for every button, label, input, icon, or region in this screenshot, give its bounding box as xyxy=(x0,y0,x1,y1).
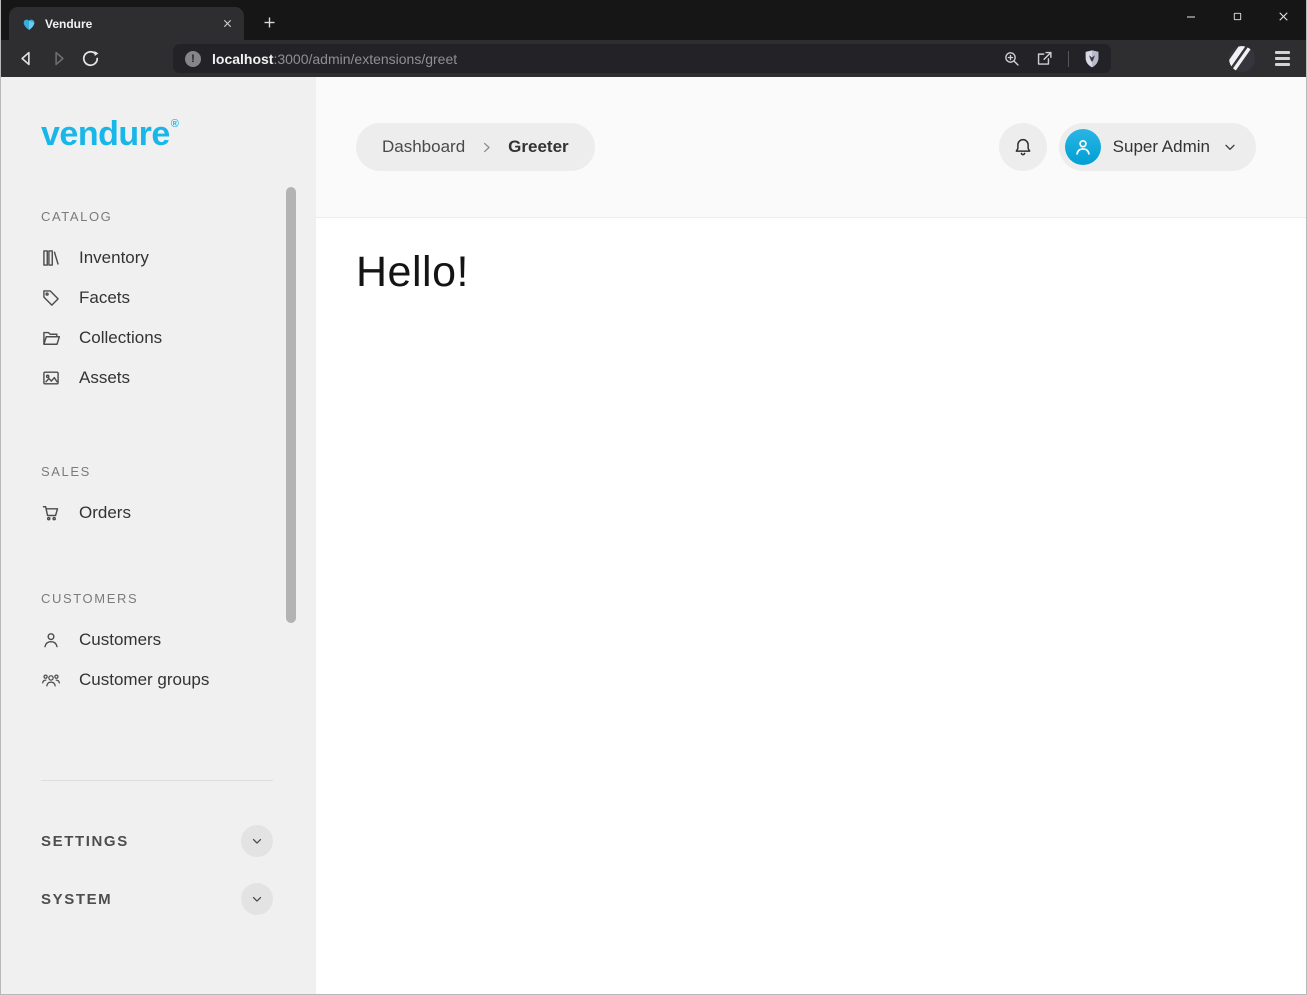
tab-title: Vendure xyxy=(45,17,218,31)
notifications-button[interactable] xyxy=(999,123,1047,171)
image-icon xyxy=(41,368,61,388)
sidebar-item-label: Orders xyxy=(79,503,131,523)
brave-shield-icon[interactable] xyxy=(1083,49,1101,69)
tab-close-icon[interactable] xyxy=(218,15,236,33)
address-bar[interactable]: ! localhost:3000/admin/extensions/greet xyxy=(173,44,1111,73)
reload-button[interactable] xyxy=(75,45,105,73)
vendure-logo[interactable]: vendure® xyxy=(41,117,316,151)
maximize-button[interactable] xyxy=(1214,0,1260,33)
addressbar-divider xyxy=(1068,51,1069,67)
sidebar: vendure® CATALOG Inventory Fa xyxy=(1,77,316,994)
back-button[interactable] xyxy=(11,45,41,73)
header-actions: Super Admin xyxy=(999,123,1256,171)
profile-avatar[interactable] xyxy=(1229,46,1255,72)
breadcrumb: Dashboard Greeter xyxy=(356,123,595,171)
sidebar-section-customers: CUSTOMERS Customers Customer groups xyxy=(41,591,316,700)
main-area: Dashboard Greeter xyxy=(316,77,1306,994)
user-name: Super Admin xyxy=(1113,137,1210,157)
tag-icon xyxy=(41,288,61,308)
breadcrumb-greeter: Greeter xyxy=(508,137,568,157)
vendure-logo-text: vendure xyxy=(41,117,170,151)
sidebar-item-customer-groups[interactable]: Customer groups xyxy=(41,660,316,700)
chevron-down-icon xyxy=(1222,139,1238,155)
sidebar-divider xyxy=(41,780,273,781)
close-window-button[interactable] xyxy=(1260,0,1306,33)
browser-window: Vendure xyxy=(0,0,1307,995)
sidebar-item-collections[interactable]: Collections xyxy=(41,318,316,358)
user-menu[interactable]: Super Admin xyxy=(1059,123,1256,171)
sidebar-item-assets[interactable]: Assets xyxy=(41,358,316,398)
settings-expand-button[interactable] xyxy=(241,825,273,857)
zoom-icon[interactable] xyxy=(1003,50,1021,68)
page-header: Dashboard Greeter xyxy=(316,77,1306,218)
user-avatar-icon xyxy=(1065,129,1101,165)
breadcrumb-dashboard[interactable]: Dashboard xyxy=(382,137,465,157)
bell-icon xyxy=(1012,136,1034,158)
addressbar-icons xyxy=(1003,49,1101,69)
chevron-right-icon xyxy=(479,140,494,155)
vendure-admin-app: vendure® CATALOG Inventory Fa xyxy=(1,77,1306,994)
forward-button[interactable] xyxy=(43,45,73,73)
sidebar-item-facets[interactable]: Facets xyxy=(41,278,316,318)
section-label-sales: SALES xyxy=(41,464,316,479)
section-label-customers: CUSTOMERS xyxy=(41,591,316,606)
greeting-heading: Hello! xyxy=(356,248,1266,297)
vendure-favicon-icon xyxy=(21,16,37,32)
sidebar-item-inventory[interactable]: Inventory xyxy=(41,238,316,278)
window-controls xyxy=(1168,0,1306,33)
sidebar-item-label: Customer groups xyxy=(79,670,209,690)
browser-tab-vendure[interactable]: Vendure xyxy=(9,7,244,40)
toolbar-right xyxy=(1229,46,1294,72)
cart-icon xyxy=(41,503,61,523)
library-icon xyxy=(41,248,61,268)
section-label-system: SYSTEM xyxy=(41,891,112,908)
site-info-icon[interactable]: ! xyxy=(185,51,201,67)
sidebar-section-sales: SALES Orders xyxy=(41,464,316,533)
url-host: localhost xyxy=(212,51,273,67)
sidebar-item-label: Assets xyxy=(79,368,130,388)
sidebar-item-label: Facets xyxy=(79,288,130,308)
sidebar-section-catalog: CATALOG Inventory Facets xyxy=(41,209,316,398)
sidebar-scrollbar[interactable] xyxy=(286,187,296,623)
browser-menu-icon[interactable] xyxy=(1271,47,1294,70)
minimize-button[interactable] xyxy=(1168,0,1214,33)
sidebar-item-customers[interactable]: Customers xyxy=(41,620,316,660)
browser-toolbar: ! localhost:3000/admin/extensions/greet xyxy=(1,40,1306,77)
chevron-down-icon xyxy=(250,834,264,848)
section-label-settings: SETTINGS xyxy=(41,833,129,850)
browser-titlebar: Vendure xyxy=(1,0,1306,40)
sidebar-item-label: Inventory xyxy=(79,248,149,268)
new-tab-button[interactable] xyxy=(257,10,281,34)
user-icon xyxy=(41,630,61,650)
sidebar-item-orders[interactable]: Orders xyxy=(41,493,316,533)
section-label-catalog: CATALOG xyxy=(41,209,316,224)
sidebar-section-settings[interactable]: SETTINGS xyxy=(41,825,273,857)
url-text: localhost:3000/admin/extensions/greet xyxy=(212,51,1003,67)
sidebar-item-label: Collections xyxy=(79,328,162,348)
vendure-logo-mark: ® xyxy=(171,119,179,130)
sidebar-section-system[interactable]: SYSTEM xyxy=(41,883,273,915)
users-icon xyxy=(41,670,61,690)
folder-icon xyxy=(41,328,61,348)
chevron-down-icon xyxy=(250,892,264,906)
system-expand-button[interactable] xyxy=(241,883,273,915)
sidebar-item-label: Customers xyxy=(79,630,161,650)
page-content: Hello! xyxy=(316,218,1306,994)
url-path: :3000/admin/extensions/greet xyxy=(273,51,457,67)
share-icon[interactable] xyxy=(1035,49,1054,68)
